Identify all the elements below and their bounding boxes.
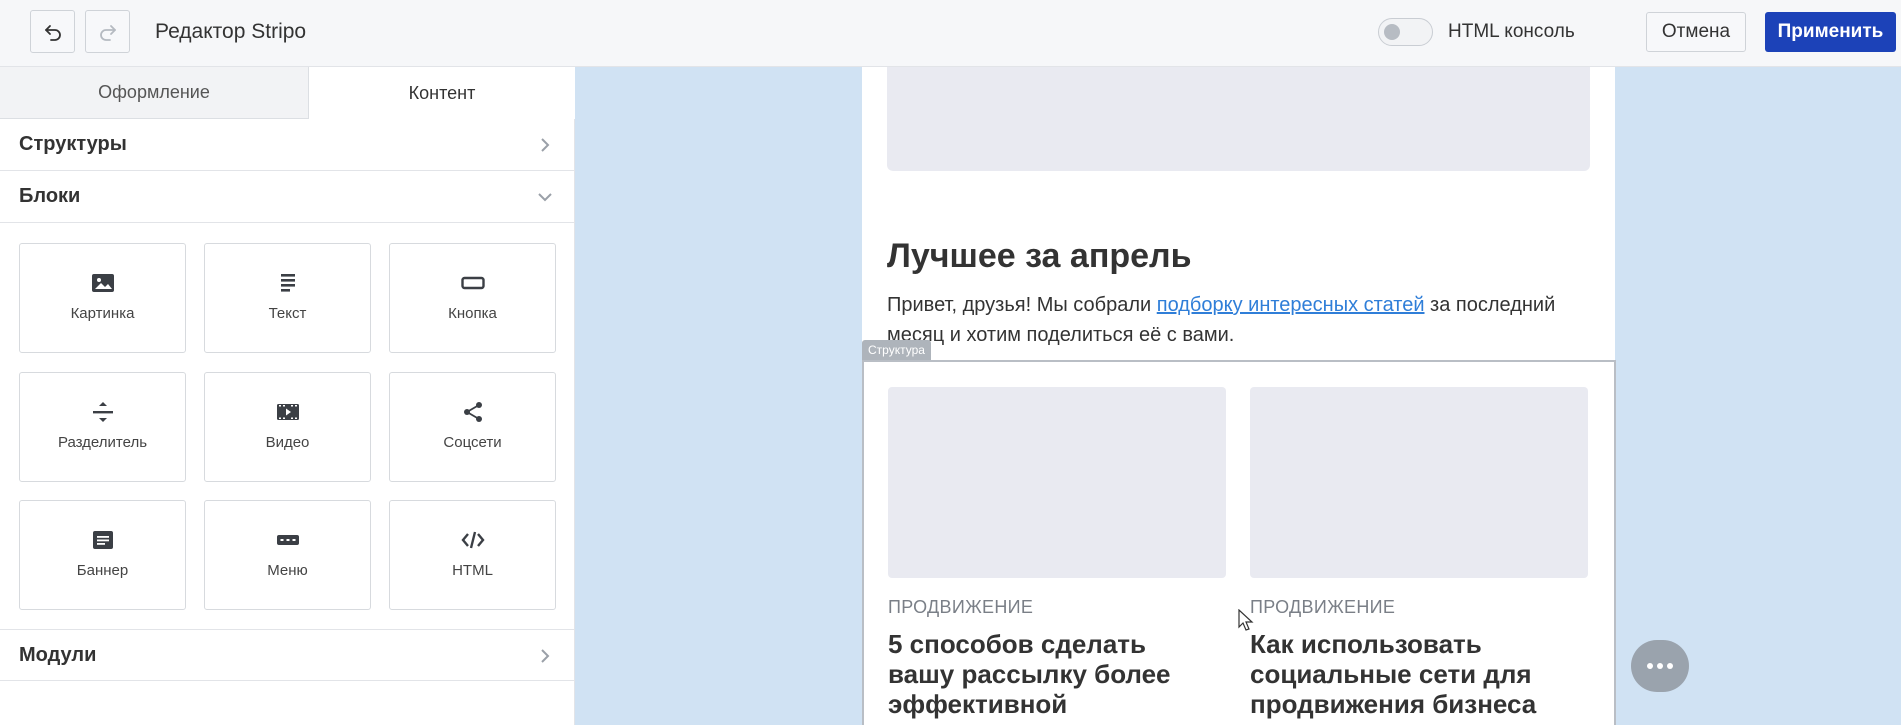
divider-icon xyxy=(92,402,113,422)
menu-icon xyxy=(276,535,299,545)
block-banner[interactable]: Баннер xyxy=(19,500,186,610)
button-icon xyxy=(460,276,485,290)
section-modules-label: Модули xyxy=(19,643,97,666)
paragraph-link[interactable]: подборку интересных статей xyxy=(1157,294,1425,316)
section-structures-label: Структуры xyxy=(19,133,127,155)
block-divider[interactable]: Разделитель xyxy=(19,372,186,482)
block-label: HTML xyxy=(452,562,493,579)
redo-button[interactable] xyxy=(85,10,130,53)
code-icon xyxy=(460,531,485,549)
apply-button[interactable]: Применить xyxy=(1765,12,1896,52)
image-icon xyxy=(91,274,114,292)
section-blocks-label: Блоки xyxy=(19,185,81,207)
toggle-knob xyxy=(1384,24,1400,40)
article-category[interactable]: ПРОДВИЖЕНИЕ xyxy=(888,597,1033,618)
block-label: Баннер xyxy=(76,562,129,579)
image-placeholder[interactable] xyxy=(887,67,1590,171)
block-label: Меню xyxy=(267,562,308,579)
app-title: Редактор Stripo xyxy=(155,20,307,43)
email-paragraph[interactable]: Привет, друзья! Мы собрали подборку инте… xyxy=(887,290,1587,350)
dot-icon xyxy=(1657,663,1663,669)
settings-panel: Оформление Контент Структуры Блоки Карти… xyxy=(0,67,575,725)
section-blocks[interactable]: Блоки xyxy=(0,171,575,223)
text-icon xyxy=(280,274,295,292)
tab-design[interactable]: Оформление xyxy=(0,67,309,119)
chevron-right-icon xyxy=(541,138,550,152)
article-title[interactable]: 5 способов сделать вашу рассылку более э… xyxy=(888,629,1218,719)
email-heading[interactable]: Лучшее за апрель xyxy=(887,237,1192,276)
html-console-label: HTML консоль xyxy=(1448,21,1575,42)
mouse-cursor-icon xyxy=(1238,609,1254,631)
cancel-button[interactable]: Отмена xyxy=(1646,12,1746,52)
dot-icon xyxy=(1647,663,1653,669)
banner-icon xyxy=(92,531,113,549)
tab-content[interactable]: Контент xyxy=(309,67,575,119)
article-image-placeholder[interactable] xyxy=(888,387,1226,578)
chevron-down-icon xyxy=(538,193,552,202)
dot-icon xyxy=(1667,663,1673,669)
block-image[interactable]: Картинка xyxy=(19,243,186,353)
undo-button[interactable] xyxy=(30,10,75,53)
article-category[interactable]: ПРОДВИЖЕНИЕ xyxy=(1250,597,1395,618)
block-video[interactable]: Видео xyxy=(204,372,371,482)
section-modules[interactable]: Модули xyxy=(0,629,575,681)
block-label: Соцсети xyxy=(443,434,502,451)
undo-icon xyxy=(44,24,61,41)
block-html[interactable]: HTML xyxy=(389,500,556,610)
article-title[interactable]: Как использовать социальные сети для про… xyxy=(1250,629,1580,719)
top-toolbar: Редактор Stripo HTML консоль Отмена Прим… xyxy=(0,0,1901,67)
section-structures[interactable]: Структуры xyxy=(0,119,575,171)
redo-icon xyxy=(99,24,116,41)
block-label: Видео xyxy=(265,434,310,451)
video-icon xyxy=(276,404,299,420)
structure-tag[interactable]: Структура xyxy=(862,340,931,360)
more-options-button[interactable] xyxy=(1631,640,1689,692)
html-console-toggle[interactable] xyxy=(1378,18,1433,46)
panel-tabs: Оформление Контент xyxy=(0,67,575,119)
block-label: Разделитель xyxy=(57,434,148,451)
block-label: Кнопка xyxy=(448,305,497,322)
paragraph-text: Привет, друзья! Мы собрали xyxy=(887,294,1157,316)
block-label: Картинка xyxy=(70,305,135,322)
block-social[interactable]: Соцсети xyxy=(389,372,556,482)
block-menu[interactable]: Меню xyxy=(204,500,371,610)
chevron-right-icon xyxy=(541,649,550,663)
share-icon xyxy=(463,402,482,422)
block-button[interactable]: Кнопка xyxy=(389,243,556,353)
block-text[interactable]: Текст xyxy=(204,243,371,353)
article-image-placeholder[interactable] xyxy=(1250,387,1588,578)
block-label: Текст xyxy=(268,305,307,322)
